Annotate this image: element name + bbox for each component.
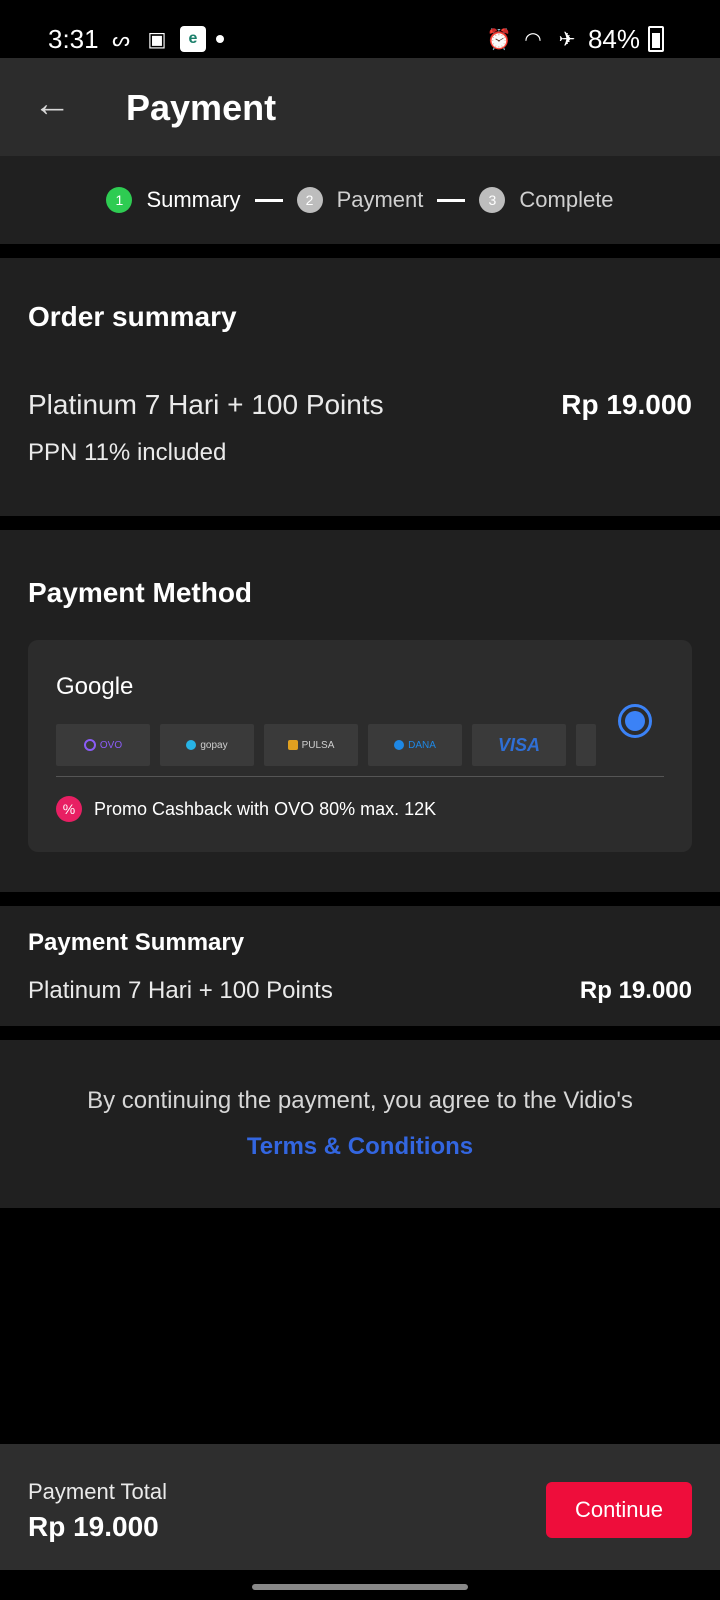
bottom-bar: Payment Total Rp 19.000 Continue [0,1444,720,1570]
checkout-stepper: 1 Summary 2 Payment 3 Complete [0,156,720,244]
gopay-logo: gopay [160,724,254,766]
promo-text: Promo Cashback with OVO 80% max. 12K [94,798,437,819]
payment-method-card: Payment Method Google OVO gopay PULSA DA… [0,530,720,892]
order-summary-title: Order summary [28,301,237,332]
order-item-name: Platinum 7 Hari + 100 Points [28,389,384,420]
terms-section: By continuing the payment, you agree to … [0,1040,720,1208]
back-arrow-icon[interactable]: ← [30,82,74,126]
step-connector [437,198,466,202]
continue-button[interactable]: Continue [546,1482,692,1538]
payment-method-title: Payment Method [28,577,253,608]
status-left-icons: ᔕ ▣ e [108,26,224,52]
terms-link[interactable]: Terms & Conditions [0,1132,720,1162]
visa-logo: VISA [472,724,566,766]
step-label: Payment [336,187,424,212]
percent-icon: % [56,796,82,822]
status-time: 3:31 [48,24,99,54]
summary-item-name: Platinum 7 Hari + 100 Points [28,977,333,1004]
payment-option-google[interactable]: Google OVO gopay PULSA DANA VISA % Promo… [28,640,692,852]
payment-summary-card: Payment Summary Platinum 7 Hari + 100 Po… [0,906,720,1026]
promo-row: % Promo Cashback with OVO 80% max. 12K [56,796,436,822]
step-complete: 3 Complete [479,187,614,213]
order-item-price: Rp 19.000 [561,389,692,420]
step-number: 2 [296,187,323,213]
sinotif-icon: ᔕ [112,28,130,51]
alarm-icon: ⏰ [486,28,512,51]
step-payment: 2 Payment [296,187,424,213]
status-right-icons: ⏰ ◠ ✈ 84% [486,24,664,54]
step-number: 3 [479,187,506,213]
payment-radio-selected[interactable] [618,704,652,738]
payment-summary-title: Payment Summary [28,929,245,956]
step-label: Complete [519,187,614,212]
home-handle[interactable] [252,1584,468,1590]
gesture-nav-bar [0,1570,720,1600]
payment-total-amount: Rp 19.000 [28,1511,159,1542]
terms-text: By continuing the payment, you agree to … [87,1087,633,1114]
dana-logo: DANA [368,724,462,766]
dot-icon [216,35,224,43]
step-label: Summary [146,187,241,212]
step-number: 1 [106,187,133,213]
battery-percent: 84% [587,24,640,54]
payment-provider-name: Google [56,673,134,700]
app-bar: ← Payment [0,58,720,156]
wifi-icon: ◠ [524,28,542,51]
summary-item-price: Rp 19.000 [579,977,692,1004]
status-bar: 3:31 ᔕ ▣ e ⏰ ◠ ✈ 84% [0,0,720,58]
ovo-logo: OVO [56,724,150,766]
more-logo [576,724,596,766]
divider [56,776,664,777]
payment-total-label: Payment Total [28,1479,168,1504]
order-summary-card: Order summary Platinum 7 Hari + 100 Poin… [0,258,720,516]
step-summary: 1 Summary [106,187,241,213]
page-title: Payment [126,87,277,128]
pulsa-logo: PULSA [264,724,358,766]
airplane-icon: ✈ [558,28,576,51]
app-icon: e [180,26,206,52]
step-connector [254,198,283,202]
battery-icon [648,26,664,52]
payment-logos: OVO gopay PULSA DANA VISA [56,724,608,766]
tax-note: PPN 11% included [28,439,227,466]
calculator-icon: ▣ [147,28,167,51]
